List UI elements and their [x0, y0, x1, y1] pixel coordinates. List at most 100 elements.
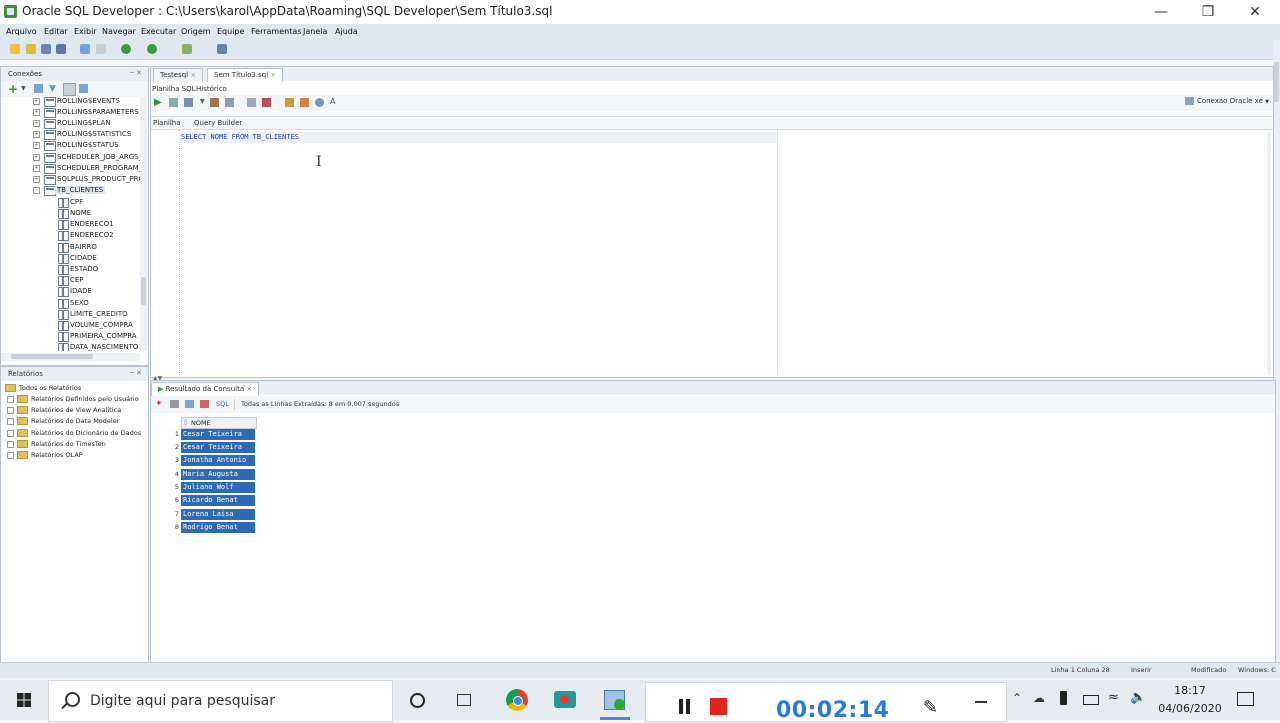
stop-icon[interactable] — [710, 698, 727, 715]
cancel-fetch-icon[interactable] — [200, 400, 209, 408]
report-analytic-view[interactable]: Relatórios de View Analítica — [7, 406, 121, 417]
eraser-icon[interactable] — [300, 98, 309, 107]
collapse-icon[interactable] — [79, 84, 88, 93]
pane-close-icon[interactable]: ─ ✕ — [130, 69, 142, 77]
grid-cell[interactable]: Lorena Laisa — [181, 509, 255, 521]
close-button[interactable]: ✕ — [1240, 2, 1270, 22]
grid-cell[interactable]: Rodrigo Benat — [181, 522, 255, 534]
system-time[interactable]: 18:17 — [1158, 684, 1222, 697]
grid-cell[interactable]: Maria Augusta — [181, 469, 255, 481]
filter-icon[interactable]: ▼ — [49, 84, 56, 94]
tab-historico[interactable]: Histórico — [196, 85, 227, 93]
task-view-icon[interactable] — [452, 688, 476, 712]
schema-browser-icon[interactable] — [63, 83, 76, 96]
back-icon[interactable] — [121, 44, 131, 54]
forward-icon[interactable] — [147, 44, 157, 54]
refresh-icon[interactable] — [185, 400, 194, 408]
pen-icon[interactable]: ✎ — [923, 697, 938, 718]
battery-icon[interactable] — [1083, 695, 1099, 705]
system-date[interactable]: 04/06/2020 — [1152, 702, 1228, 715]
cortana-icon[interactable] — [405, 688, 429, 712]
menu-equipe[interactable]: Equipe — [217, 27, 244, 36]
chevron-down-icon[interactable]: ▼ — [200, 98, 205, 105]
tab-query-builder[interactable]: Query Builder — [194, 119, 242, 127]
minimize-button[interactable]: — — [1146, 2, 1176, 22]
screen-recorder-icon[interactable] — [553, 688, 577, 712]
chevron-down-icon[interactable]: ▼ — [21, 85, 26, 92]
grid-cell[interactable]: Juliana Wolf — [181, 482, 255, 494]
minimize-recorder-icon[interactable] — [975, 701, 987, 703]
scroll-thumb[interactable] — [11, 354, 93, 359]
grid-cell[interactable]: Jonatha Antonio — [181, 455, 255, 467]
grid-cell[interactable]: Ricardo Benat — [181, 495, 255, 507]
menu-executar[interactable]: Executar — [141, 27, 176, 36]
menu-editar[interactable]: Editar — [44, 27, 68, 36]
undo-icon[interactable] — [80, 44, 90, 54]
tab-planilha[interactable]: Planilha — [153, 119, 181, 127]
connection-selector[interactable]: Conexao Oracle xe ▼ — [1184, 97, 1269, 105]
taskbar-search-box[interactable]: Digite aqui para pesquisar — [48, 680, 393, 722]
menu-navegar[interactable]: Navegar — [102, 27, 136, 36]
chevron-up-icon[interactable]: ⌃ — [1012, 691, 1022, 705]
notifications-icon[interactable] — [1237, 692, 1254, 706]
maximize-button[interactable]: ❐ — [1193, 2, 1223, 22]
pane-close-icon[interactable]: ─ ✕ — [130, 369, 142, 377]
run-script-icon[interactable] — [169, 98, 178, 107]
chrome-icon[interactable] — [505, 688, 529, 712]
tab-testesql[interactable]: Testesql × — [153, 68, 204, 82]
find-icon[interactable] — [315, 98, 324, 107]
report-data-dictionary[interactable]: Relatórios do Dicionário de Dados — [7, 429, 141, 440]
menu-exibir[interactable]: Exibir — [74, 27, 97, 36]
grid-column-header[interactable]: ◊ NOME — [181, 417, 257, 429]
database-icon[interactable] — [217, 44, 227, 54]
redo-icon[interactable] — [96, 44, 106, 54]
tree-node-table-tb-clientes[interactable]: – TB_CLIENTES — [1, 185, 140, 196]
print-icon[interactable] — [170, 400, 179, 408]
save-icon[interactable] — [41, 44, 51, 54]
report-all[interactable]: Todos os Relatórios — [5, 384, 81, 395]
onedrive-icon[interactable]: ☁ — [1033, 691, 1045, 705]
explain-plan-icon[interactable] — [225, 98, 234, 107]
format-icon[interactable]: A — [330, 97, 335, 106]
save-all-icon[interactable] — [56, 44, 66, 54]
scroll-thumb[interactable] — [141, 277, 146, 305]
sql-link[interactable]: SQL — [216, 400, 229, 408]
connections-vertical-scrollbar[interactable] — [140, 97, 147, 351]
menu-origem[interactable]: Origem — [181, 27, 211, 36]
report-olap[interactable]: Relatórios OLAP — [7, 451, 83, 462]
tab-resultado-consulta[interactable]: ▶ Resultado da Consulta × — [151, 382, 260, 396]
start-button[interactable] — [0, 680, 48, 720]
menu-janela[interactable]: Janela — [303, 27, 327, 36]
run-statement-icon[interactable]: ▶ — [154, 97, 162, 108]
sql-history-icon[interactable] — [285, 98, 294, 107]
sql-developer-taskbar-icon[interactable] — [603, 688, 627, 712]
migration-icon[interactable] — [182, 44, 192, 54]
menu-ferramentas[interactable]: Ferramentas — [251, 27, 301, 36]
tab-sem-titulo3[interactable]: Sem Título3.sql × — [207, 68, 284, 82]
menu-ajuda[interactable]: Ajuda — [335, 27, 358, 36]
connections-horizontal-scrollbar[interactable] — [1, 353, 140, 361]
autotrace-icon[interactable] — [247, 98, 256, 107]
clear-icon[interactable] — [262, 98, 271, 107]
menu-arquivo[interactable]: Arquivo — [6, 27, 37, 36]
sql-code-editor[interactable]: SELECT NOME FROM TB_CLIENTES — [181, 133, 299, 141]
new-file-icon[interactable] — [10, 44, 20, 54]
report-timesten[interactable]: Relatórios do TimesTen — [7, 440, 106, 451]
rollback-icon[interactable] — [210, 98, 219, 107]
scroll-thumb[interactable] — [1274, 62, 1279, 102]
report-user-defined[interactable]: Relatórios Definidos pelo Usuário — [7, 395, 139, 406]
usb-icon[interactable] — [1060, 691, 1067, 705]
open-folder-icon[interactable] — [26, 44, 36, 54]
refresh-icon[interactable] — [34, 84, 43, 93]
wifi-icon[interactable]: ≈ — [1108, 690, 1119, 705]
grid-cell[interactable]: Cesar Teixeira — [181, 429, 255, 441]
editor-scrollbar[interactable] — [1267, 130, 1271, 375]
tab-planilha-sql[interactable]: Planilha SQL — [152, 85, 196, 93]
volume-icon[interactable]: 🔈 — [1130, 690, 1146, 705]
pause-icon[interactable] — [679, 699, 683, 714]
grid-cell[interactable]: Cesar Teixeira — [181, 442, 255, 454]
add-connection-icon[interactable]: + — [8, 82, 18, 96]
pin-icon[interactable]: ✦ — [155, 399, 163, 409]
commit-icon[interactable] — [184, 98, 193, 107]
report-data-modeler[interactable]: Relatórios do Data Modeler — [7, 417, 119, 428]
